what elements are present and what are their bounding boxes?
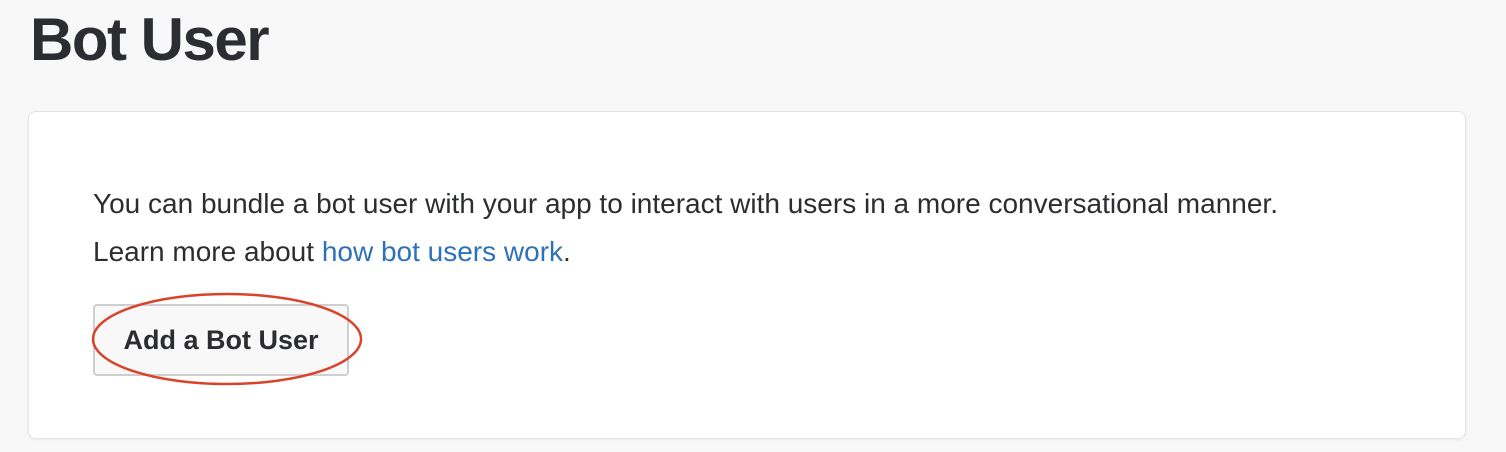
how-bot-users-work-link[interactable]: how bot users work [322,236,563,267]
add-bot-user-button[interactable]: Add a Bot User [93,304,349,376]
bot-user-card: You can bundle a bot user with your app … [28,111,1466,439]
page-title: Bot User [30,6,270,73]
description-period: . [563,236,571,267]
description-text: You can bundle a bot user with your app … [93,188,1278,267]
bot-user-description: You can bundle a bot user with your app … [93,180,1353,276]
bot-user-page: Bot User You can bundle a bot user with … [0,0,1506,452]
